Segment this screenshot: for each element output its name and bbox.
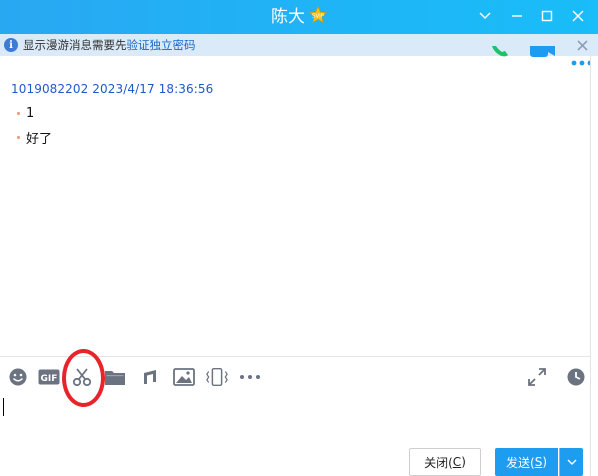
minimize-icon — [512, 15, 522, 17]
close-label: 关闭( — [424, 455, 453, 470]
history-clock-icon — [567, 368, 585, 386]
send-label: 发送( — [506, 455, 535, 470]
message-line: 好了 — [17, 128, 52, 147]
more-tools-button[interactable] — [238, 365, 262, 389]
screenshot-button[interactable] — [70, 365, 94, 389]
music-button[interactable] — [138, 365, 162, 389]
expand-icon — [528, 368, 546, 386]
message-input[interactable] — [0, 396, 590, 440]
close-label-tail: ) — [461, 455, 466, 469]
close-shortcut-key: C — [452, 455, 462, 469]
message-text: 1 — [26, 106, 35, 121]
folder-icon — [105, 371, 125, 385]
notice-text: 显示漫游消息需要先验证独立密码 — [23, 37, 196, 53]
emoji-button[interactable] — [6, 365, 30, 389]
verify-password-link[interactable]: 验证独立密码 — [127, 38, 196, 52]
vip-star-icon: SVIP — [308, 5, 328, 28]
svg-text:SVIP: SVIP — [312, 14, 325, 20]
send-image-button[interactable] — [172, 365, 196, 389]
bullet-marker — [17, 112, 20, 115]
image-icon — [173, 368, 195, 386]
window-right-edge — [590, 56, 598, 476]
message-text: 好了 — [26, 132, 53, 147]
maximize-icon — [541, 10, 553, 22]
title-bar: 陈大 SVIP — [0, 0, 598, 34]
info-icon: i — [4, 38, 18, 52]
maximize-button[interactable] — [532, 0, 562, 32]
bullet-marker — [17, 136, 20, 139]
chevron-down-icon — [479, 12, 491, 19]
send-file-button[interactable] — [103, 365, 127, 389]
shake-icon — [206, 367, 228, 387]
gif-icon: GIF — [38, 369, 60, 385]
message-header: 1019082202 2023/4/17 18:36:56 — [11, 82, 214, 96]
input-toolbar: GIF — [0, 356, 590, 396]
scissors-icon — [72, 368, 92, 387]
send-options-button[interactable] — [559, 448, 583, 476]
send-button[interactable]: 发送(S) — [495, 448, 558, 476]
gif-button[interactable]: GIF — [37, 365, 61, 389]
minimize-button[interactable] — [502, 0, 532, 32]
window-title: 陈大 — [271, 7, 305, 27]
send-label-tail: ) — [542, 455, 547, 469]
chat-message-area[interactable]: 1019082202 2023/4/17 18:36:56 1 好了 — [0, 56, 590, 356]
more-icon — [240, 375, 260, 379]
svg-text:GIF: GIF — [41, 374, 58, 384]
close-icon — [572, 10, 584, 22]
chevron-down-icon — [567, 459, 576, 465]
message-history-button[interactable] — [564, 365, 588, 389]
close-chat-button[interactable]: 关闭(C) — [409, 448, 481, 476]
music-icon — [144, 370, 156, 384]
window-shake-button[interactable] — [205, 365, 229, 389]
message-line: 1 — [17, 106, 34, 121]
emoji-icon — [9, 368, 27, 386]
notice-message: 显示漫游消息需要先 — [23, 38, 127, 52]
expand-input-button[interactable] — [525, 365, 549, 389]
text-caret — [3, 398, 4, 416]
send-shortcut-key: S — [534, 455, 543, 469]
dropdown-button[interactable] — [470, 0, 500, 32]
close-window-button[interactable] — [563, 0, 593, 32]
